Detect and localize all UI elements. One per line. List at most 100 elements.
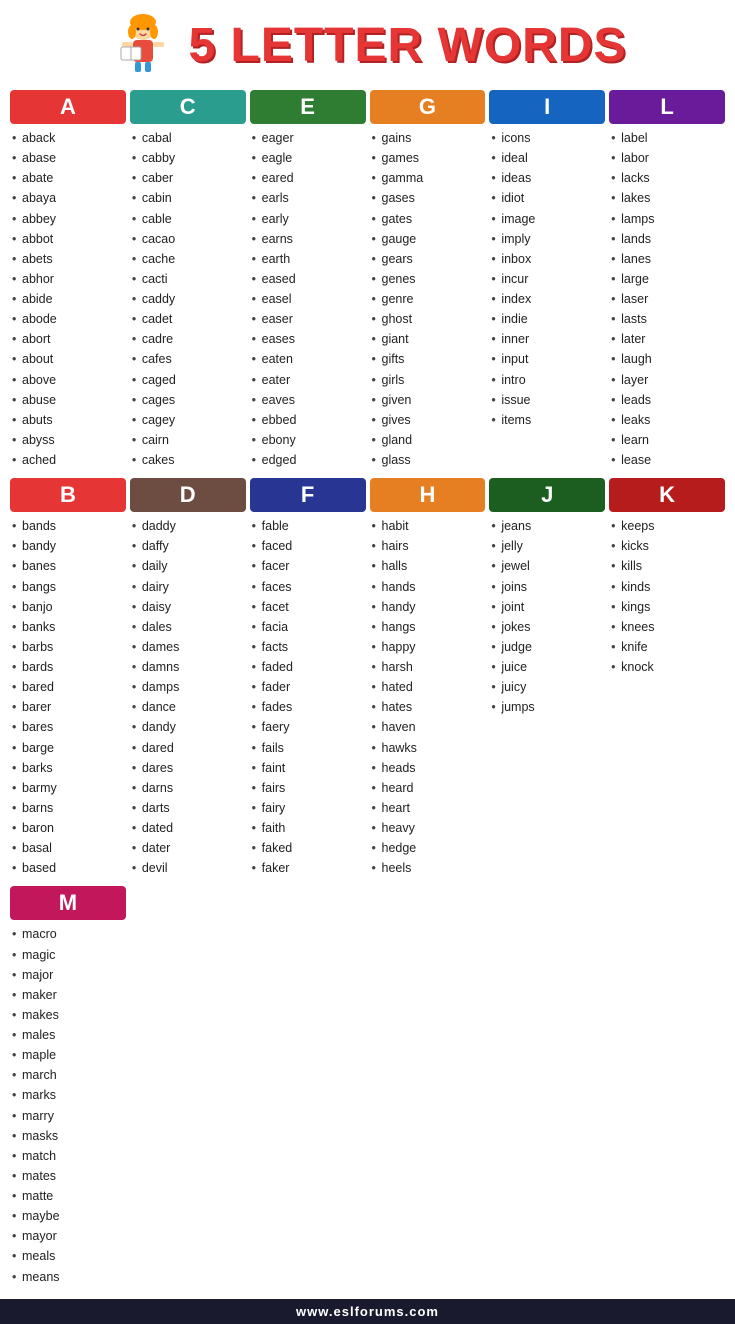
- list-item: above: [10, 370, 126, 390]
- list-item: devil: [130, 858, 246, 878]
- letter-badge-f: F: [250, 478, 366, 512]
- list-item: eater: [250, 370, 366, 390]
- list-item: based: [10, 858, 126, 878]
- list-item: caged: [130, 370, 246, 390]
- list-item: juicy: [489, 677, 605, 697]
- list-item: fades: [250, 697, 366, 717]
- list-item: mates: [10, 1166, 126, 1186]
- list-item: haven: [370, 717, 486, 737]
- list-item: ideas: [489, 168, 605, 188]
- list-item: input: [489, 349, 605, 369]
- list-item: kills: [609, 556, 725, 576]
- list-item: idiot: [489, 188, 605, 208]
- list-item: fairs: [250, 778, 366, 798]
- column-g: Ggainsgamesgammagasesgatesgaugegearsgene…: [368, 90, 488, 478]
- list-item: barks: [10, 758, 126, 778]
- list-item: easer: [250, 309, 366, 329]
- list-item: lakes: [609, 188, 725, 208]
- list-item: knees: [609, 617, 725, 637]
- list-item: cacti: [130, 269, 246, 289]
- list-item: cache: [130, 249, 246, 269]
- page-header: 5 LETTER WORDS: [0, 0, 735, 86]
- list-item: earls: [250, 188, 366, 208]
- list-item: cable: [130, 209, 246, 229]
- word-list-f: fablefacedfacerfacesfacetfaciafactsfaded…: [250, 516, 366, 878]
- list-item: halls: [370, 556, 486, 576]
- list-item: caber: [130, 168, 246, 188]
- list-item: lamps: [609, 209, 725, 229]
- list-item: dales: [130, 617, 246, 637]
- list-item: eases: [250, 329, 366, 349]
- list-item: hands: [370, 577, 486, 597]
- list-item: facet: [250, 597, 366, 617]
- list-item: hairs: [370, 536, 486, 556]
- list-item: ebbed: [250, 410, 366, 430]
- list-item: banks: [10, 617, 126, 637]
- list-item: indie: [489, 309, 605, 329]
- list-item: image: [489, 209, 605, 229]
- list-item: eared: [250, 168, 366, 188]
- list-item: abbot: [10, 229, 126, 249]
- list-item: dance: [130, 697, 246, 717]
- list-item: dandy: [130, 717, 246, 737]
- list-item: barmy: [10, 778, 126, 798]
- list-item: inner: [489, 329, 605, 349]
- list-item: jeans: [489, 516, 605, 536]
- list-item: handy: [370, 597, 486, 617]
- list-item: faith: [250, 818, 366, 838]
- list-item: kicks: [609, 536, 725, 556]
- list-item: abbey: [10, 209, 126, 229]
- list-item: masks: [10, 1126, 126, 1146]
- list-item: layer: [609, 370, 725, 390]
- list-item: maple: [10, 1045, 126, 1065]
- list-item: abuts: [10, 410, 126, 430]
- list-item: cafes: [130, 349, 246, 369]
- list-item: means: [10, 1267, 126, 1287]
- list-item: daffy: [130, 536, 246, 556]
- list-item: ideal: [489, 148, 605, 168]
- list-item: cakes: [130, 450, 246, 470]
- list-item: hated: [370, 677, 486, 697]
- list-item: caddy: [130, 289, 246, 309]
- letter-badge-b: B: [10, 478, 126, 512]
- list-item: jokes: [489, 617, 605, 637]
- list-item: heels: [370, 858, 486, 878]
- list-item: maker: [10, 985, 126, 1005]
- list-item: laugh: [609, 349, 725, 369]
- footer-url: www.eslforums.com: [0, 1299, 735, 1324]
- list-item: games: [370, 148, 486, 168]
- list-item: abets: [10, 249, 126, 269]
- list-item: about: [10, 349, 126, 369]
- list-item: faded: [250, 657, 366, 677]
- list-item: abuse: [10, 390, 126, 410]
- list-item: cadet: [130, 309, 246, 329]
- list-item: genre: [370, 289, 486, 309]
- list-item: lacks: [609, 168, 725, 188]
- list-item: joins: [489, 577, 605, 597]
- list-item: cagey: [130, 410, 246, 430]
- list-item: lease: [609, 450, 725, 470]
- list-item: fairy: [250, 798, 366, 818]
- letter-badge-j: J: [489, 478, 605, 512]
- letter-badge-g: G: [370, 90, 486, 124]
- list-item: easel: [250, 289, 366, 309]
- list-item: imply: [489, 229, 605, 249]
- list-item: march: [10, 1065, 126, 1085]
- list-item: baron: [10, 818, 126, 838]
- list-item: abort: [10, 329, 126, 349]
- list-item: eagle: [250, 148, 366, 168]
- list-item: label: [609, 128, 725, 148]
- list-item: basal: [10, 838, 126, 858]
- list-item: banjo: [10, 597, 126, 617]
- list-item: damps: [130, 677, 246, 697]
- list-item: abhor: [10, 269, 126, 289]
- word-list-d: daddydaffydailydairydaisydalesdamesdamns…: [130, 516, 246, 878]
- list-item: abase: [10, 148, 126, 168]
- list-item: gamma: [370, 168, 486, 188]
- letter-badge-a: A: [10, 90, 126, 124]
- mascot-icon: [108, 10, 178, 80]
- list-item: faery: [250, 717, 366, 737]
- list-item: bared: [10, 677, 126, 697]
- list-item: major: [10, 965, 126, 985]
- list-item: giant: [370, 329, 486, 349]
